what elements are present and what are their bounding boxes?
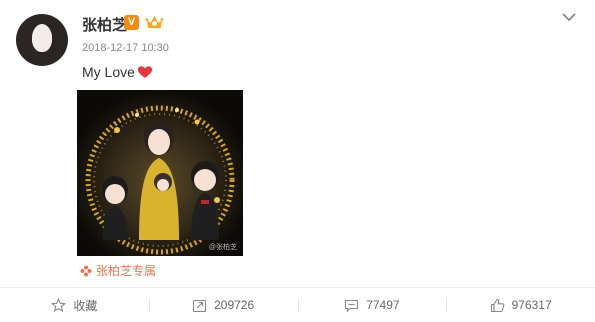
member-crown-icon[interactable] [145, 13, 164, 31]
username[interactable]: 张柏芝 [82, 14, 127, 35]
comment-icon [345, 299, 359, 312]
post-text: My Love [82, 64, 153, 80]
chevron-down-icon[interactable] [560, 10, 578, 24]
image-watermark: @张柏芝 [208, 244, 237, 251]
comment-count: 77497 [366, 298, 400, 312]
post-text-content: My Love [82, 64, 135, 80]
repost-count: 209726 [214, 298, 255, 312]
post-source[interactable]: 张柏芝专属 [80, 262, 156, 279]
comment-button[interactable]: 77497 [297, 288, 447, 322]
avatar[interactable] [16, 14, 68, 66]
like-button[interactable]: 976317 [446, 288, 595, 322]
source-flower-icon [80, 265, 92, 276]
like-count: 976317 [511, 298, 552, 312]
post-image-illustration [77, 90, 243, 256]
action-bar: 收藏 209726 77497 976317 [0, 288, 595, 322]
favorite-button[interactable]: 收藏 [0, 288, 149, 322]
star-icon [51, 297, 67, 312]
verified-v-icon: V [124, 15, 139, 30]
thumbs-up-icon [490, 298, 504, 312]
heart-emoji-icon [137, 66, 153, 78]
repost-button[interactable]: 209726 [148, 288, 298, 322]
repost-icon [193, 299, 207, 312]
post-timestamp[interactable]: 2018-12-17 10:30 [82, 42, 169, 54]
source-label: 张柏芝专属 [96, 264, 157, 278]
post-image[interactable]: @张柏芝 [77, 90, 243, 256]
avatar-face [32, 24, 52, 52]
favorite-label: 收藏 [73, 298, 98, 313]
